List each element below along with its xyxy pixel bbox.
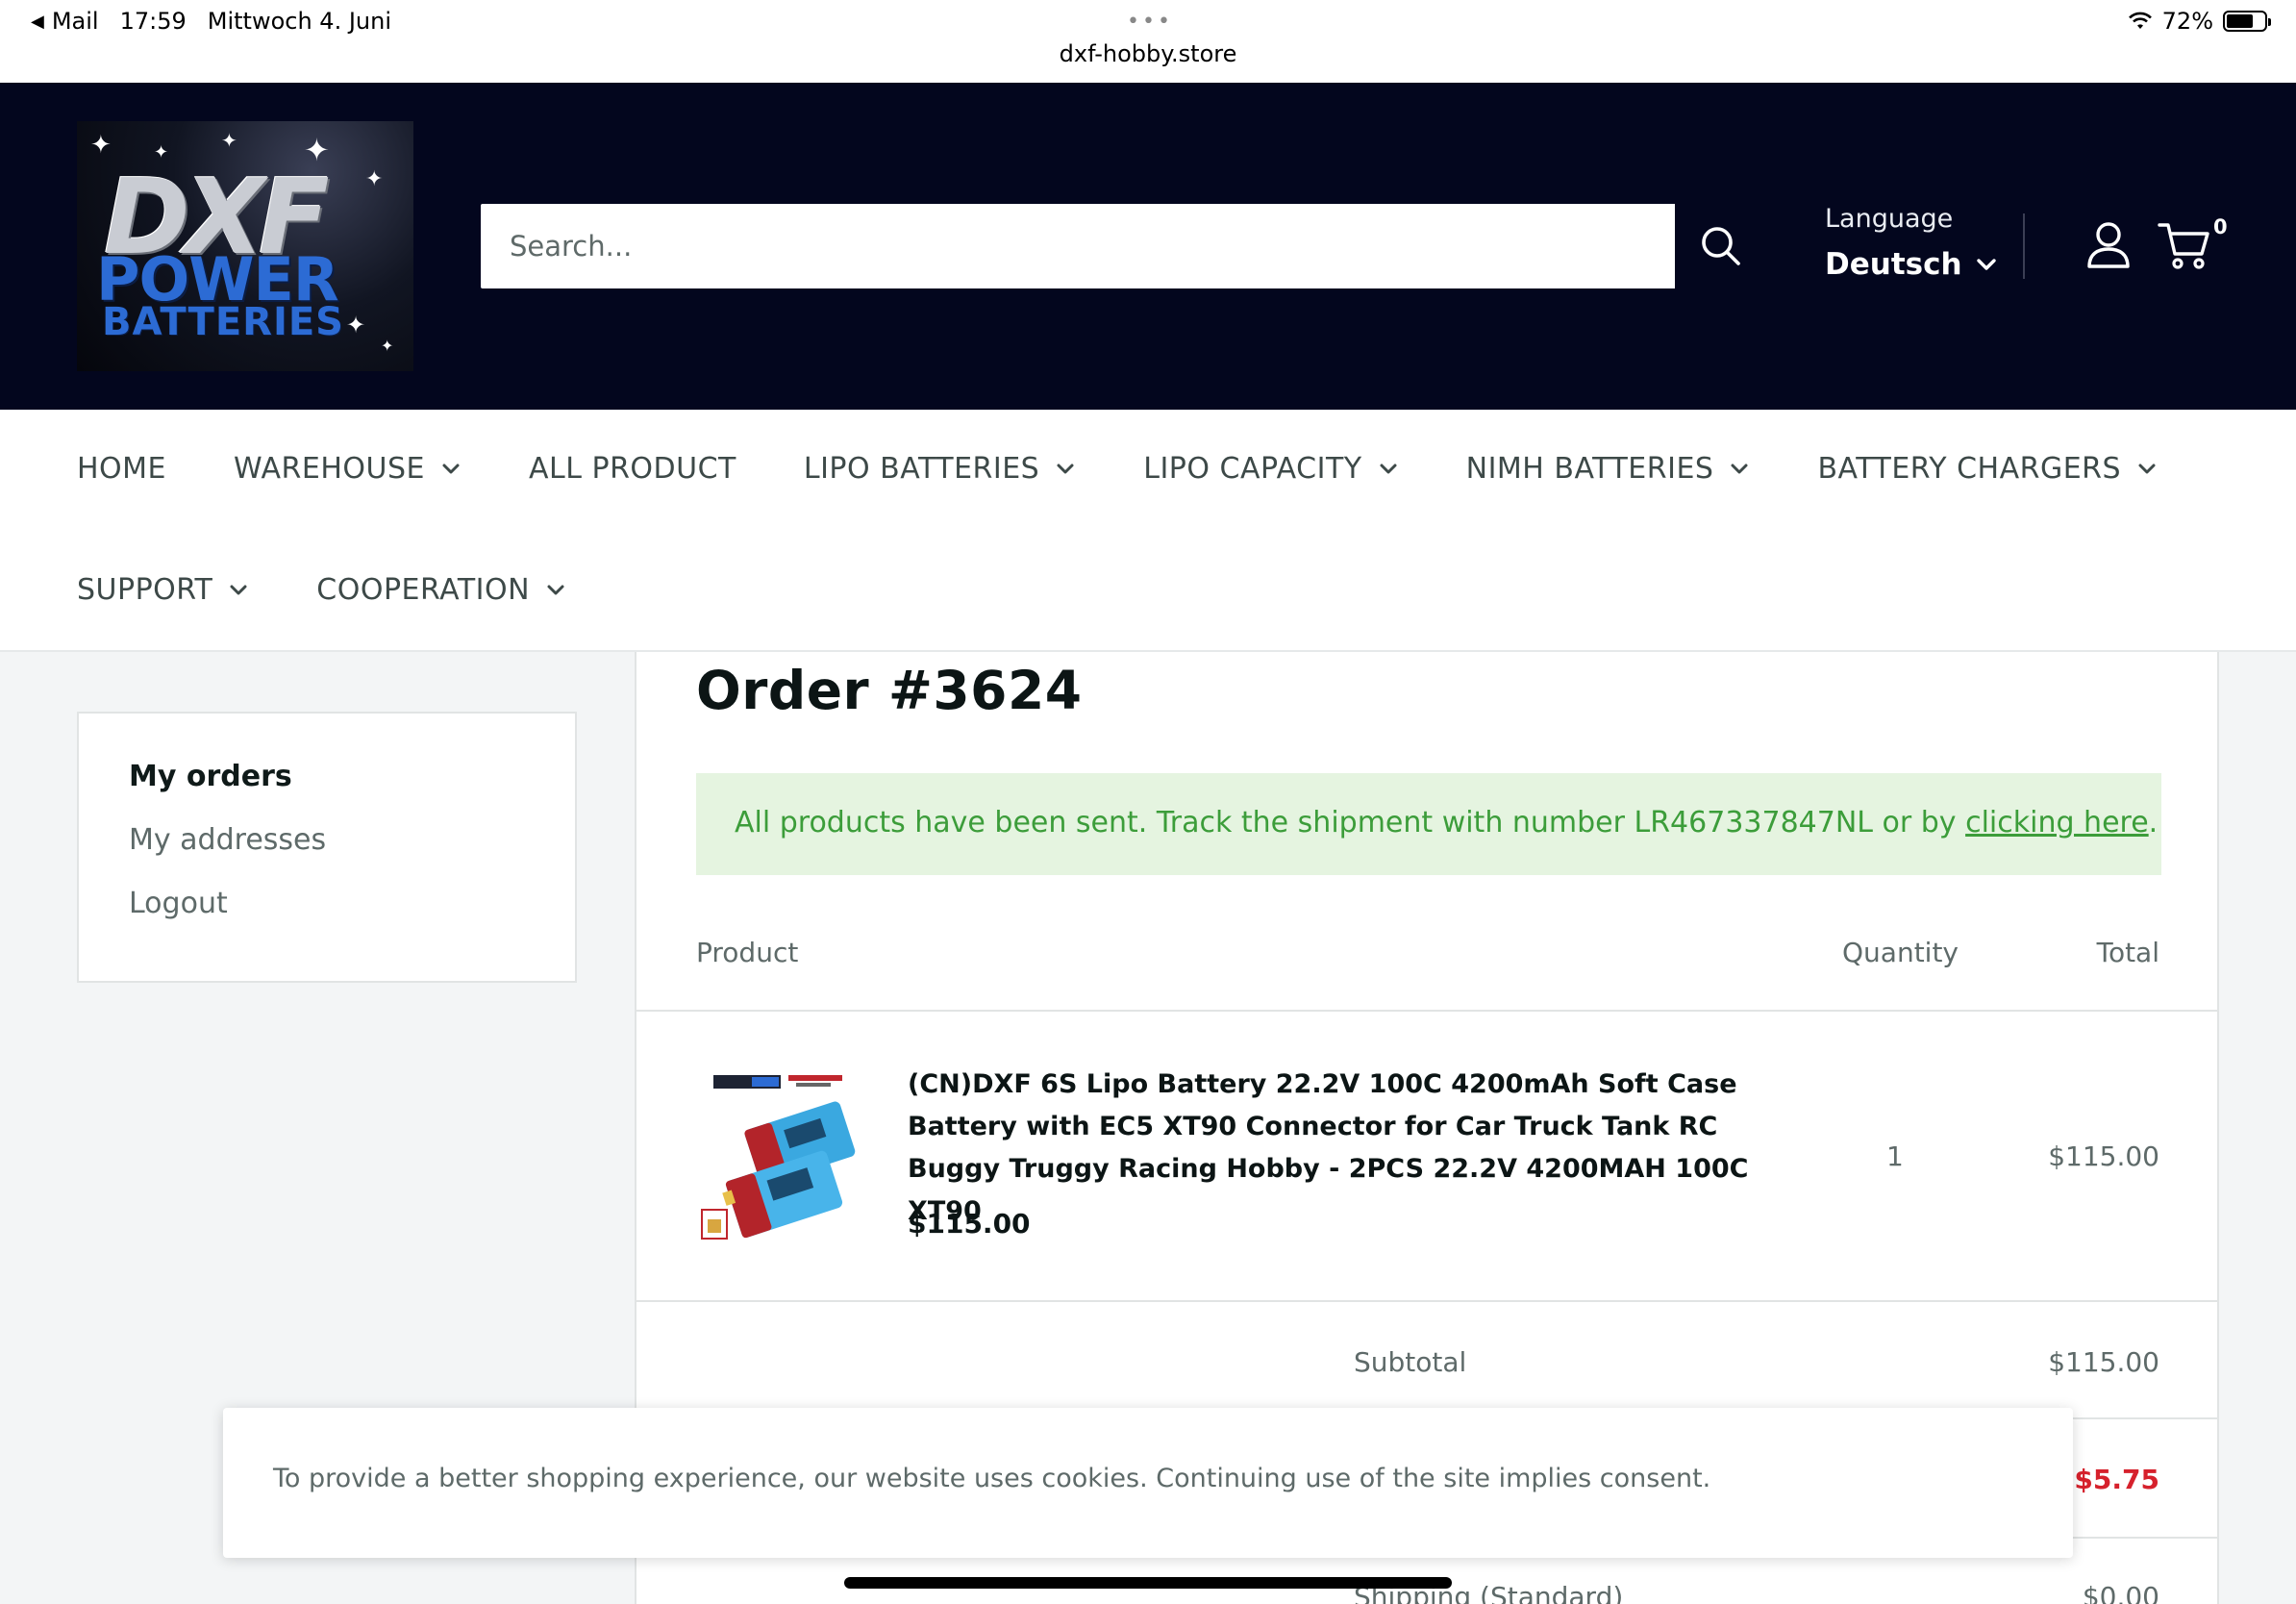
chevron-down-icon: [1380, 464, 1397, 473]
product-quantity: 1: [1886, 1140, 1904, 1172]
search-button[interactable]: [1675, 204, 1767, 288]
discount-value: -$5.75: [2062, 1464, 2159, 1495]
search-input[interactable]: [481, 204, 1675, 288]
status-left: ◀ Mail 17:59 Mittwoch 4. Juni: [31, 8, 391, 35]
nav-item-lipo-capacity[interactable]: LIPO CAPACITY: [1143, 452, 1398, 486]
nav-item-label: LIPO CAPACITY: [1143, 452, 1362, 486]
sparkle-icon: ✦: [221, 129, 237, 152]
account-sidebar: My orders My addresses Logout: [77, 712, 577, 983]
back-app-label[interactable]: Mail: [52, 8, 99, 35]
url-label[interactable]: dxf-hobby.store: [0, 40, 2296, 67]
column-header-product: Product: [696, 937, 799, 968]
notice-text: All products have been sent. Track the s…: [735, 806, 1966, 840]
chevron-down-icon: [1057, 464, 1074, 473]
cart-button[interactable]: [2158, 221, 2211, 275]
cookie-text: To provide a better shopping experience,…: [273, 1464, 1711, 1493]
nav-item-cooperation[interactable]: COOPERATION: [316, 573, 566, 607]
battery-percent: 72%: [2161, 8, 2213, 35]
sparkle-icon: ✦: [90, 131, 112, 160]
notice-end: .: [2148, 806, 2159, 840]
cart-icon: [2158, 223, 2209, 269]
site-logo[interactable]: ✦ ✦ ✦ ✦ ✦ ✦ ✦ DXF POWER BATTERIES: [77, 121, 413, 371]
status-time: 17:59: [119, 8, 187, 35]
nav-item-label: LIPO BATTERIES: [803, 452, 1040, 486]
nav-item-label: COOPERATION: [316, 573, 531, 607]
language-label: Language: [1825, 204, 1954, 234]
language-selector[interactable]: Language Deutsch: [1825, 204, 1997, 282]
chevron-down-icon: [1731, 464, 1748, 473]
back-arrow-icon[interactable]: ◀: [31, 12, 44, 32]
nav-item-label: SUPPORT: [77, 573, 213, 607]
shipment-notice: All products have been sent. Track the s…: [696, 773, 2161, 875]
nav-item-support[interactable]: SUPPORT: [77, 573, 249, 607]
product-price: $115.00: [908, 1208, 1031, 1240]
nav-item-label: WAREHOUSE: [234, 452, 425, 486]
cart-count-badge: 0: [2213, 215, 2228, 238]
ios-status-bar: ◀ Mail 17:59 Mittwoch 4. Juni ••• dxf-ho…: [0, 0, 2296, 83]
nav-item-label: NIMH BATTERIES: [1465, 452, 1714, 486]
home-indicator[interactable]: [844, 1577, 1452, 1589]
product-name[interactable]: (CN)DXF 6S Lipo Battery 22.2V 100C 4200m…: [908, 1064, 1754, 1233]
status-date: Mittwoch 4. Juni: [207, 8, 392, 35]
product-image[interactable]: [696, 1065, 861, 1248]
chevron-down-icon: [1976, 259, 1996, 270]
logo-text-batteries: BATTERIES: [102, 300, 344, 344]
sidebar-item-my-addresses[interactable]: My addresses: [129, 823, 575, 858]
sidebar-item-my-orders[interactable]: My orders: [129, 760, 575, 794]
nav-item-home[interactable]: HOME: [77, 452, 166, 486]
chevron-down-icon: [230, 585, 247, 594]
table-divider: [636, 1010, 2217, 1012]
subtotal-value: $115.00: [2048, 1346, 2159, 1378]
column-header-quantity: Quantity: [1842, 937, 1959, 968]
sparkle-icon: ✦: [365, 167, 384, 191]
chevron-down-icon: [442, 464, 460, 473]
nav-row-2: SUPPORT COOPERATION: [77, 573, 566, 607]
main-navigation: HOME WAREHOUSE ALL PRODUCT LIPO BATTERIES LI…: [0, 410, 2296, 652]
table-divider: [636, 1300, 2217, 1302]
site-header: ✦ ✦ ✦ ✦ ✦ ✦ ✦ DXF POWER BATTERIES Langua…: [0, 83, 2296, 410]
cookie-banner: To provide a better shopping experience,…: [223, 1408, 2073, 1558]
sidebar-item-logout[interactable]: Logout: [129, 887, 575, 921]
nav-item-warehouse[interactable]: WAREHOUSE: [234, 452, 462, 486]
account-button[interactable]: [2086, 221, 2131, 273]
shipping-value: $0.00: [2082, 1581, 2159, 1604]
nav-item-label: ALL PRODUCT: [529, 452, 736, 486]
nav-row-1: HOME WAREHOUSE ALL PRODUCT LIPO BATTERIES LI…: [77, 452, 2158, 486]
multitasking-dots-icon[interactable]: •••: [1127, 10, 1173, 34]
tracking-link[interactable]: clicking here: [1965, 806, 2149, 840]
chevron-down-icon: [2138, 464, 2156, 473]
wifi-icon: [2128, 12, 2152, 29]
status-right: 72%: [2128, 8, 2271, 35]
nav-item-all-product[interactable]: ALL PRODUCT: [529, 452, 736, 486]
product-total: $115.00: [2048, 1140, 2159, 1172]
battery-icon: [2223, 11, 2271, 32]
nav-item-label: BATTERY CHARGERS: [1817, 452, 2122, 486]
user-icon: [2087, 222, 2130, 268]
sparkle-icon: ✦: [346, 312, 366, 338]
language-value: Deutsch: [1825, 247, 1962, 282]
header-divider: [2023, 213, 2025, 279]
nav-item-nimh-batteries[interactable]: NIMH BATTERIES: [1466, 452, 1751, 486]
chevron-down-icon: [547, 585, 564, 594]
sparkle-icon: ✦: [381, 337, 394, 355]
search-icon: [1702, 227, 1740, 265]
column-header-total: Total: [2096, 937, 2159, 968]
nav-item-battery-chargers[interactable]: BATTERY CHARGERS: [1817, 452, 2158, 486]
nav-item-lipo-batteries[interactable]: LIPO BATTERIES: [804, 452, 1076, 486]
page-title: Order #3624: [696, 660, 1083, 721]
nav-item-label: HOME: [77, 452, 167, 486]
subtotal-label: Subtotal: [1354, 1346, 1467, 1378]
